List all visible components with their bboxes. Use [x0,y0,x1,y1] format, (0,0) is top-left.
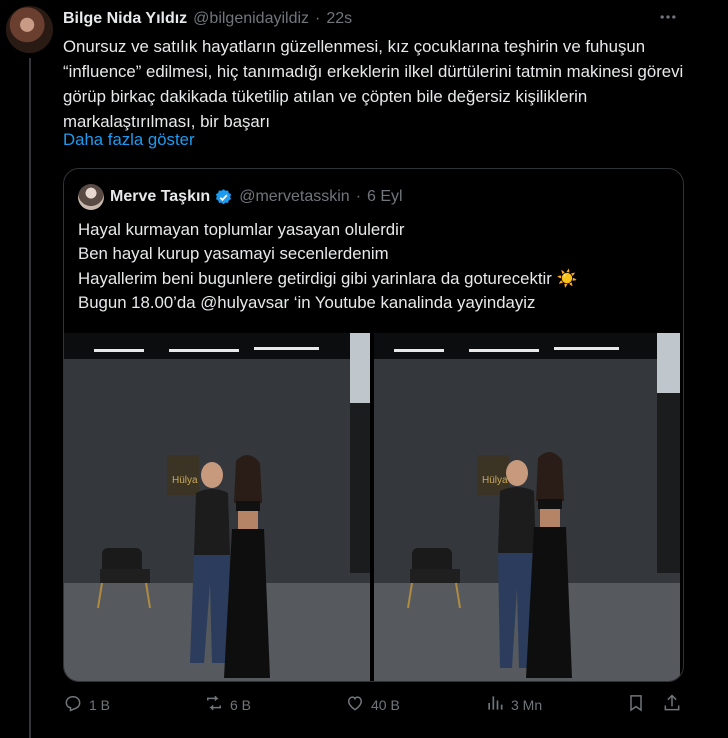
quoted-photo-2[interactable]: Hülya [374,333,680,681]
share-button[interactable] [662,693,688,716]
tweet-action-bar: 1 B 6 B 40 B 3 Mn [63,693,693,723]
author-handle[interactable]: @bilgenidayildiz [193,10,309,28]
reply-icon [63,693,89,716]
svg-text:Hülya: Hülya [172,475,198,486]
header-separator: · [315,10,321,27]
views-button[interactable]: 3 Mn [485,693,542,716]
views-count: 3 Mn [511,696,543,713]
author-name[interactable]: Bilge Nida Yıldız [63,10,187,28]
repost-button[interactable]: 6 B [204,693,251,716]
thread-connector-line [29,58,31,738]
views-chart-icon [485,693,511,716]
svg-text:Hülya: Hülya [482,475,508,486]
quoted-line: Hayal kurmayan toplumlar yasayan olulerd… [78,220,405,239]
quoted-line: Bugun 18.00’da @hulyavsar ‘in Youtube ka… [78,292,536,312]
repost-count: 6 B [230,696,252,713]
quoted-line: Hayallerim beni bugunlere getirdigi gibi… [78,268,578,288]
like-count: 40 B [371,696,400,713]
quoted-body-text: Hayal kurmayan toplumlar yasayan olulerd… [78,218,668,315]
quoted-tweet-card[interactable]: Merve Taşkın @mervetasskin · 6 Eyl Hayal… [63,168,684,682]
quoted-author-avatar [78,184,104,210]
quoted-author-name: Merve Taşkın [110,188,211,205]
reply-count: 1 B [89,696,111,713]
quoted-date: 6 Eyl [367,188,403,205]
show-more-link[interactable]: Daha fazla göster [63,130,195,150]
bookmark-icon [626,693,652,716]
quoted-separator: · [355,188,362,205]
quoted-author-handle: @mervetasskin [239,188,350,205]
tweet-header: Bilge Nida Yıldız @bilgenidayildiz · 22s [63,8,718,30]
verified-badge-icon [214,188,233,207]
sun-emoji-icon: ☀️ [556,268,578,288]
quoted-photo-1[interactable]: Hülya [64,333,370,681]
heart-icon [345,693,371,716]
author-avatar[interactable] [6,6,53,53]
like-button[interactable]: 40 B [345,693,400,716]
tweet-body-text: Onursuz ve satılık hayatların güzellenme… [63,37,684,131]
quoted-header: Merve Taşkın @mervetasskin · 6 Eyl [78,184,403,210]
share-icon [662,693,688,716]
tweet-time[interactable]: 22s [326,10,352,28]
reply-button[interactable]: 1 B [63,693,110,716]
quoted-line: Ben hayal kurup yasamayi secenlerdenim [78,244,389,264]
bookmark-button[interactable] [626,693,652,716]
repost-icon [204,693,230,716]
more-options-icon[interactable] [658,7,678,32]
